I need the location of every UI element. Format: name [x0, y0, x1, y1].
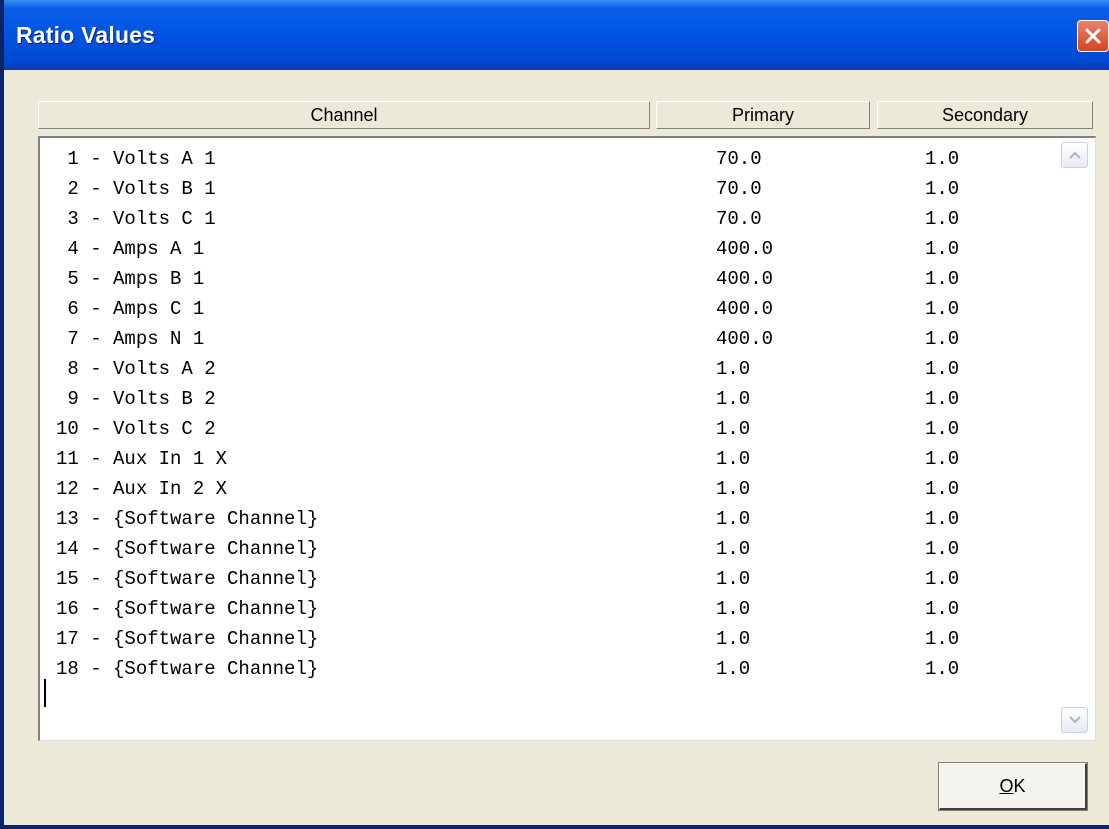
- primary-cell: 1.0: [716, 478, 751, 500]
- column-header-channel[interactable]: Channel: [38, 101, 650, 129]
- secondary-cell: 1.0: [925, 388, 960, 410]
- secondary-cell: 1.0: [925, 328, 960, 350]
- primary-cell: 1.0: [716, 538, 751, 560]
- primary-cell: 1.0: [716, 388, 751, 410]
- ok-label-rest: K: [1013, 776, 1026, 796]
- primary-cell: 1.0: [716, 598, 751, 620]
- primary-cell: 1.0: [716, 568, 751, 590]
- secondary-cell: 1.0: [925, 538, 960, 560]
- title-bar[interactable]: Ratio Values: [4, 0, 1109, 70]
- channel-cell: 5 - Amps B 1: [56, 268, 205, 290]
- primary-cell: 400.0: [716, 328, 774, 350]
- secondary-cell: 1.0: [925, 448, 960, 470]
- secondary-cell: 1.0: [925, 598, 960, 620]
- primary-cell: 70.0: [716, 178, 762, 200]
- secondary-cell: 1.0: [925, 148, 960, 170]
- channel-cell: 1 - Volts A 1: [56, 148, 216, 170]
- primary-cell: 1.0: [716, 658, 751, 680]
- channel-cell: 10 - Volts C 2: [56, 418, 216, 440]
- close-x-icon: [1085, 28, 1101, 44]
- primary-cell: 1.0: [716, 628, 751, 650]
- secondary-cell: 1.0: [925, 628, 960, 650]
- secondary-cell: 1.0: [925, 208, 960, 230]
- scroll-down-button[interactable]: [1061, 707, 1088, 733]
- secondary-cell: 1.0: [925, 478, 960, 500]
- secondary-cell: 1.0: [925, 658, 960, 680]
- column-header-secondary[interactable]: Secondary: [877, 101, 1093, 129]
- channel-cell: 9 - Volts B 2: [56, 388, 216, 410]
- primary-cell: 400.0: [716, 298, 774, 320]
- secondary-cell: 1.0: [925, 268, 960, 290]
- primary-cell: 70.0: [716, 148, 762, 170]
- column-header-primary[interactable]: Primary: [656, 101, 870, 129]
- channel-cell: 18 - {Software Channel}: [56, 658, 319, 680]
- window-title: Ratio Values: [16, 22, 156, 48]
- secondary-cell: 1.0: [925, 238, 960, 260]
- secondary-cell: 1.0: [925, 418, 960, 440]
- close-button[interactable]: [1077, 20, 1109, 52]
- secondary-cell: 1.0: [925, 178, 960, 200]
- ratio-values-dialog: Ratio Values Channel Primary Secondary 1…: [0, 0, 1109, 829]
- channel-cell: 13 - {Software Channel}: [56, 508, 319, 530]
- secondary-cell: 1.0: [925, 358, 960, 380]
- channel-cell: 2 - Volts B 1: [56, 178, 216, 200]
- secondary-cell: 1.0: [925, 298, 960, 320]
- channel-cell: 7 - Amps N 1: [56, 328, 205, 350]
- channel-cell: 4 - Amps A 1: [56, 238, 205, 260]
- primary-cell: 1.0: [716, 418, 751, 440]
- channel-cell: 14 - {Software Channel}: [56, 538, 319, 560]
- channel-cell: 6 - Amps C 1: [56, 298, 205, 320]
- channel-cell: 16 - {Software Channel}: [56, 598, 319, 620]
- primary-cell: 1.0: [716, 358, 751, 380]
- primary-cell: 1.0: [716, 508, 751, 530]
- ratio-values-list[interactable]: 1 - Volts A 1 70.0 1.0 2 - Volts B 1 70.0 1.…: [38, 136, 1096, 741]
- primary-cell: 70.0: [716, 208, 762, 230]
- channel-cell: 15 - {Software Channel}: [56, 568, 319, 590]
- secondary-cell: 1.0: [925, 508, 960, 530]
- ok-button[interactable]: OK: [938, 762, 1088, 811]
- scroll-up-button[interactable]: [1061, 142, 1088, 168]
- channel-cell: 3 - Volts C 1: [56, 208, 216, 230]
- secondary-cell: 1.0: [925, 568, 960, 590]
- primary-cell: 1.0: [716, 448, 751, 470]
- primary-cell: 400.0: [716, 238, 774, 260]
- channel-cell: 17 - {Software Channel}: [56, 628, 319, 650]
- channel-cell: 8 - Volts A 2: [56, 358, 216, 380]
- ok-mnemonic: O: [999, 776, 1014, 796]
- primary-cell: 400.0: [716, 268, 774, 290]
- channel-cell: 11 - Aux In 1 X: [56, 448, 228, 470]
- channel-cell: 12 - Aux In 2 X: [56, 478, 228, 500]
- scroll-up-arrow-icon: [1069, 151, 1081, 159]
- text-caret: [44, 679, 46, 707]
- scroll-down-arrow-icon: [1069, 716, 1081, 724]
